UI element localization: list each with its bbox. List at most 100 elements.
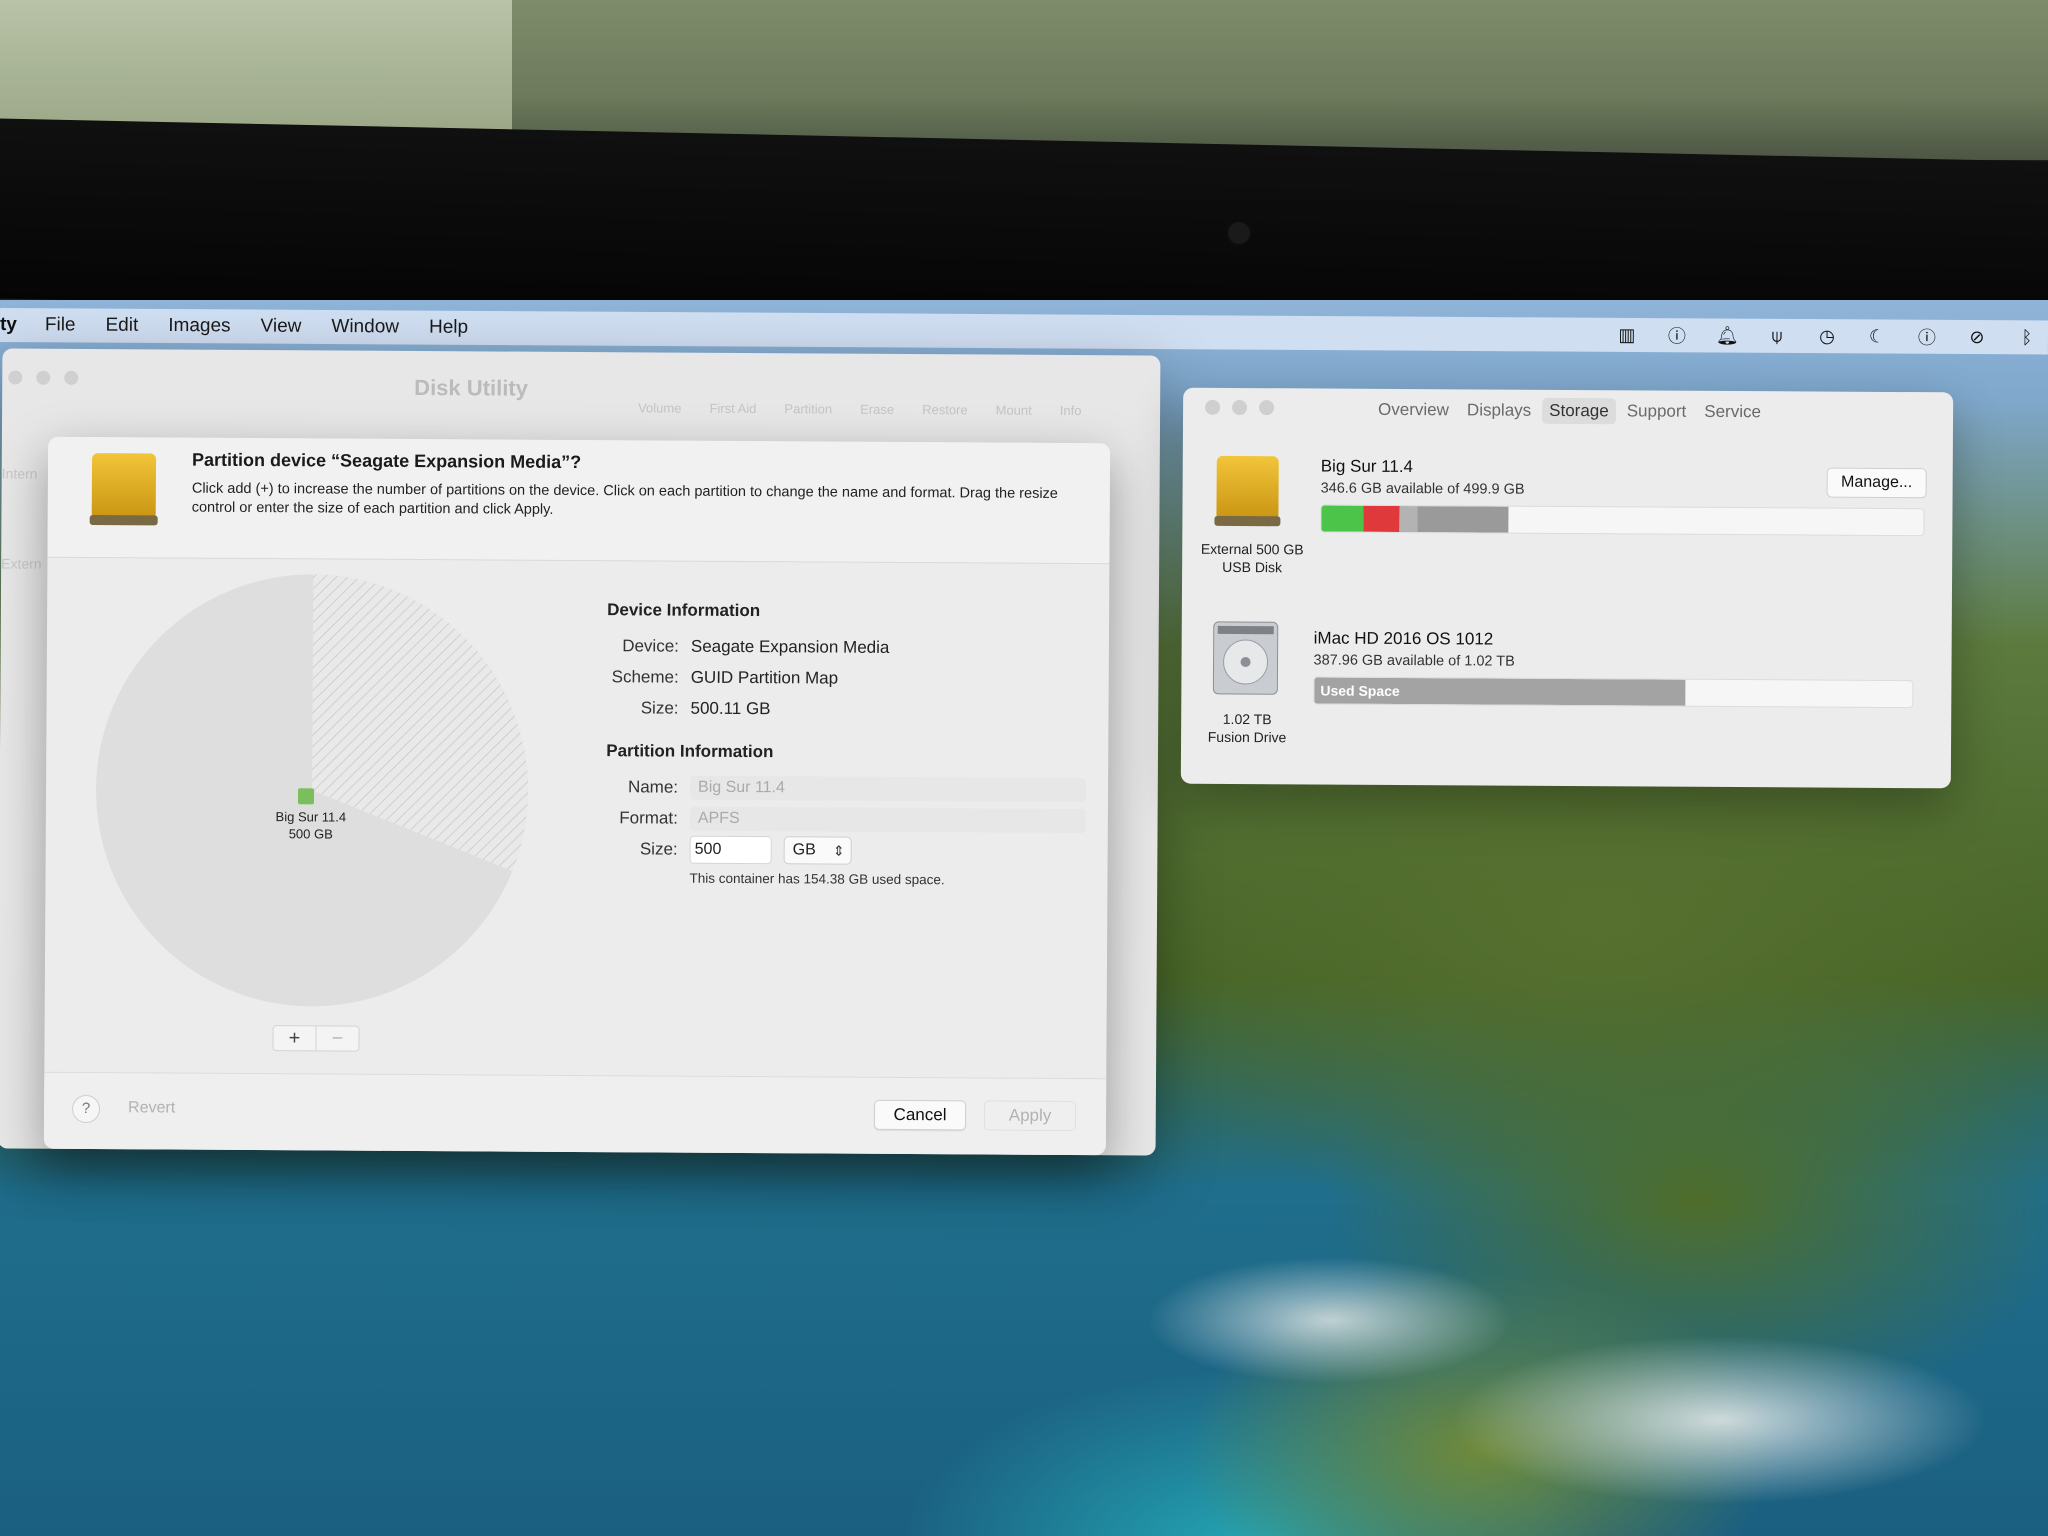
- size-unit-select[interactable]: GB: [783, 835, 852, 865]
- tab-overview[interactable]: Overview: [1371, 397, 1456, 424]
- device-row: Device: Seagate Expansion Media: [607, 630, 1087, 664]
- storage-usage-bar: [1320, 504, 1925, 537]
- menu-images[interactable]: Images: [168, 315, 230, 337]
- menu-help[interactable]: Help: [429, 317, 468, 339]
- add-remove-partition: + −: [272, 1025, 360, 1052]
- clock-icon[interactable]: ◷: [1816, 326, 1838, 347]
- storage-disk-internal: 1.02 TB Fusion Drive iMac HD 2016 OS 101…: [1182, 621, 1952, 745]
- menu-window[interactable]: Window: [331, 316, 399, 338]
- disk-available: 387.96 GB available of 1.02 TB: [1313, 652, 1515, 670]
- container-usage-note: This container has 154.38 GB used space.: [689, 870, 945, 888]
- menu-edit[interactable]: Edit: [105, 315, 138, 337]
- disk-caption-line1: 1.02 TB: [1222, 710, 1272, 728]
- toolbar-first-aid[interactable]: First Aid: [709, 401, 756, 416]
- sheet-description: Click add (+) to increase the number of …: [191, 480, 1058, 518]
- mute-icon[interactable]: ⊘: [1966, 327, 1988, 348]
- disk-caption-line2: Fusion Drive: [1207, 728, 1287, 746]
- used-space-segment: Used Space: [1314, 677, 1686, 706]
- disk-caption: External 500 GB USB Disk: [1182, 540, 1322, 577]
- toolbar-mount[interactable]: Mount: [996, 403, 1032, 418]
- apply-button[interactable]: Apply: [983, 1100, 1077, 1132]
- partition-sheet: Partition device “Seagate Expansion Medi…: [43, 436, 1111, 1156]
- manage-button[interactable]: Manage...: [1826, 467, 1927, 499]
- tab-service[interactable]: Service: [1697, 399, 1768, 425]
- partition-size-input[interactable]: 500: [689, 835, 772, 864]
- sidebar-section-internal: Intern: [1, 465, 38, 482]
- sidebar-icon[interactable]: ▥: [1616, 324, 1638, 345]
- usage-segment: [1399, 505, 1418, 533]
- sheet-title: Partition device “Seagate Expansion Medi…: [191, 449, 582, 473]
- partition-size-label: Size:: [639, 838, 678, 859]
- pie-partition-size: 500 GB: [288, 826, 333, 842]
- external-drive-icon: [1214, 455, 1281, 527]
- toolbar-info[interactable]: Info: [1060, 403, 1082, 418]
- window-controls: [8, 370, 79, 385]
- app-menu[interactable]: ty: [0, 314, 17, 336]
- add-partition-button[interactable]: +: [273, 1026, 315, 1050]
- usage-segment: [1321, 505, 1364, 532]
- zoom-button[interactable]: [1259, 400, 1275, 416]
- partition-size-row: Size: 500 GB: [606, 833, 1086, 867]
- pin-icon[interactable]: ⍦: [1766, 325, 1788, 346]
- disk-caption: 1.02 TB Fusion Drive: [1177, 710, 1317, 747]
- storage-disk-external: External 500 GB USB Disk Big Sur 11.4 34…: [1183, 454, 1953, 575]
- device-size-row: Size: 500.11 GB: [606, 692, 1086, 726]
- scheme-label: Scheme:: [611, 666, 679, 687]
- remove-partition-button[interactable]: −: [315, 1026, 359, 1051]
- device-size-value: 500.11 GB: [690, 698, 771, 718]
- device-info-heading: Device Information: [607, 600, 761, 621]
- info-panel: Device Information Device: Seagate Expan…: [605, 600, 1087, 888]
- sidebar: Intern Extern: [1, 428, 43, 608]
- toolbar-partition[interactable]: Partition: [784, 401, 832, 416]
- disk-name: Big Sur 11.4: [1320, 456, 1414, 477]
- toolbar-erase[interactable]: Erase: [860, 402, 894, 417]
- zoom-button[interactable]: [64, 370, 79, 385]
- minimize-button[interactable]: [36, 370, 51, 385]
- sheet-header: Partition device “Seagate Expansion Medi…: [47, 436, 1111, 565]
- moon-icon[interactable]: ☾: [1866, 326, 1888, 347]
- bell-icon[interactable]: 🔔︎: [1716, 325, 1739, 346]
- scheme-row: Scheme: GUID Partition Map: [607, 661, 1087, 695]
- revert-button[interactable]: Revert: [128, 1099, 175, 1117]
- menu-view[interactable]: View: [261, 316, 302, 338]
- device-value: Seagate Expansion Media: [690, 636, 890, 657]
- webcam: [1228, 222, 1250, 244]
- format-select[interactable]: APFS: [689, 806, 1086, 833]
- disk-caption-line1: External 500 GB: [1200, 540, 1304, 558]
- device-size-label: Size:: [640, 697, 679, 718]
- partition-name-field[interactable]: Big Sur 11.4: [689, 775, 1087, 802]
- toolbar-volume[interactable]: Volume: [638, 400, 681, 415]
- help-button[interactable]: ?: [71, 1094, 101, 1124]
- format-row: Format: APFS: [606, 802, 1086, 836]
- menu-file[interactable]: File: [45, 314, 76, 336]
- close-button[interactable]: [1205, 399, 1221, 415]
- pie-partition-label: Big Sur 11.4 500 GB: [256, 808, 366, 843]
- name-label: Name:: [627, 776, 679, 797]
- storage-usage-bar: Used Space: [1313, 676, 1914, 709]
- toolbar: Volume First Aid Partition Erase Restore…: [638, 400, 1081, 418]
- tab-displays[interactable]: Displays: [1460, 397, 1538, 423]
- about-tabs: Overview Displays Storage Support Servic…: [1371, 397, 1768, 425]
- format-label: Format:: [619, 807, 678, 828]
- disk-caption-line2: USB Disk: [1222, 558, 1283, 576]
- partition-check-icon: [297, 788, 315, 805]
- close-button[interactable]: [8, 370, 23, 385]
- info-icon[interactable]: ⓘ: [1666, 322, 1688, 348]
- info-icon[interactable]: ⓘ: [1916, 324, 1938, 350]
- name-row: Name: Big Sur 11.4: [606, 771, 1087, 805]
- pie-partition-name: Big Sur 11.4: [275, 809, 347, 825]
- sidebar-section-external: Extern: [1, 555, 42, 572]
- scheme-value: GUID Partition Map: [690, 667, 839, 688]
- usage-segment: [1363, 505, 1400, 532]
- toolbar-restore[interactable]: Restore: [922, 402, 968, 417]
- cancel-button[interactable]: Cancel: [873, 1099, 967, 1131]
- status-menu-icons: ▥ ⓘ 🔔︎ ⍦ ◷ ☾ ⓘ ⊘ ᛒ: [1616, 322, 2038, 351]
- about-this-mac-window: Overview Displays Storage Support Servic…: [1180, 387, 1954, 789]
- minimize-button[interactable]: [1232, 399, 1248, 416]
- tab-storage[interactable]: Storage: [1542, 397, 1616, 425]
- bluetooth-icon[interactable]: ᛒ: [2016, 327, 2038, 348]
- disk-available: 346.6 GB available of 499.9 GB: [1320, 480, 1525, 498]
- used-space-label: Used Space: [1320, 682, 1400, 699]
- usage-segment: [1417, 506, 1509, 533]
- tab-support[interactable]: Support: [1620, 398, 1694, 424]
